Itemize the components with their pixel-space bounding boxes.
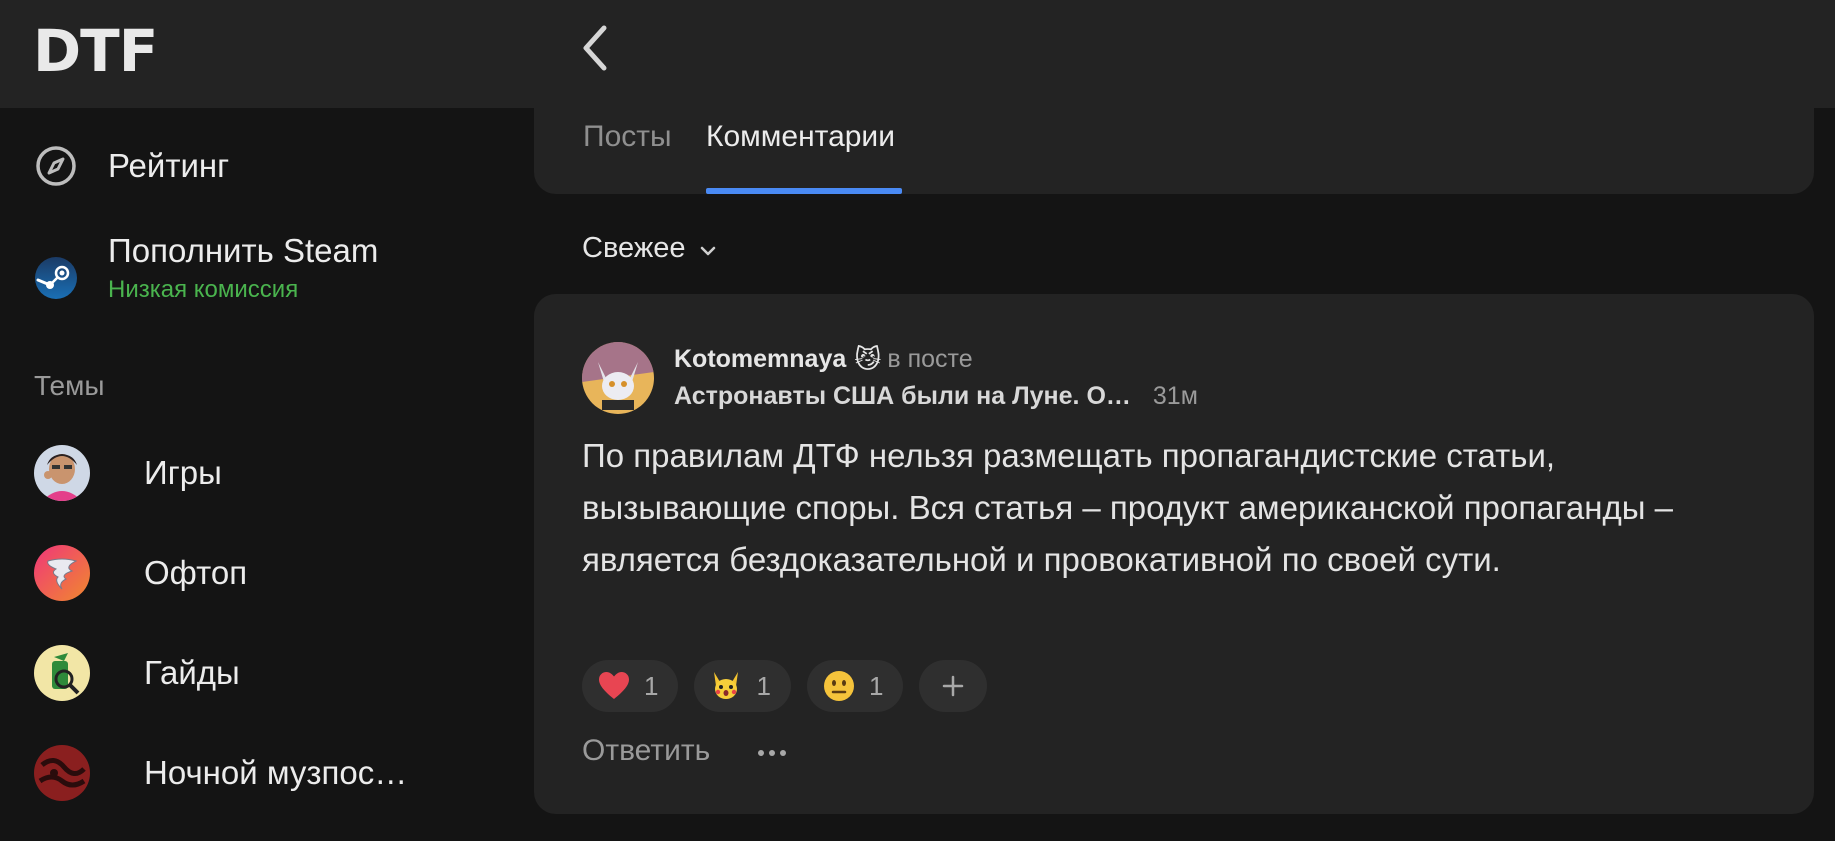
topic-label: Гайды — [144, 654, 240, 691]
steam-icon — [34, 256, 78, 300]
sidebar-item-rating[interactable]: Рейтинг — [34, 144, 229, 188]
sidebar-item-label: Пополнить Steam — [108, 232, 379, 269]
reaction-count: 1 — [756, 670, 771, 701]
sidebar-topic-offtop[interactable]: Офтоп — [34, 545, 247, 601]
topic-avatar — [34, 545, 90, 601]
topic-avatar — [34, 745, 90, 801]
back-button[interactable] — [572, 22, 618, 74]
tab-comments[interactable]: Комментарии — [706, 120, 895, 154]
topic-label: Офтоп — [144, 554, 248, 591]
more-button[interactable] — [752, 738, 792, 768]
author-name[interactable]: Kotomemnaya — [674, 345, 846, 374]
heart-icon — [599, 672, 629, 699]
dtf-logo[interactable]: DTF — [33, 22, 158, 80]
sidebar-item-sublabel: Низкая комиссия — [108, 276, 299, 303]
comment-card: Kotomemnaya 😼 в посте Астронавты США был… — [534, 294, 1814, 814]
reactions-bar: 1 1 1 — [582, 660, 988, 712]
topic-avatar — [34, 445, 90, 501]
chevron-left-icon — [583, 25, 607, 71]
post-title-link[interactable]: Астронавты США были на Луне. О… — [674, 382, 1131, 411]
topic-label: Ночной музпос… — [144, 754, 408, 791]
comment-post-info: Астронавты США были на Луне. О… 31м — [674, 382, 1198, 411]
avatar[interactable] — [582, 342, 654, 414]
plus-icon — [943, 675, 964, 697]
sidebar-item-label: Рейтинг — [108, 147, 230, 184]
sort-label: Свежее — [582, 232, 686, 264]
comment-author: Kotomemnaya 😼 в посте — [674, 344, 973, 375]
ellipsis-icon — [758, 750, 786, 756]
active-tab-indicator — [706, 188, 902, 194]
comment-text: По правилам ДТФ нельзя размещать пропага… — [582, 437, 1673, 578]
sidebar-topic-night-music[interactable]: Ночной музпос… — [34, 745, 407, 801]
reaction-count: 1 — [644, 670, 659, 701]
add-reaction-button[interactable] — [919, 660, 988, 712]
sidebar-topic-games[interactable]: Игры — [34, 445, 222, 501]
topics-section-title: Темы — [34, 370, 105, 401]
author-emoji: 😼 — [854, 344, 882, 374]
reply-button[interactable]: Ответить — [582, 734, 710, 768]
sort-dropdown[interactable]: Свежее — [582, 232, 719, 265]
comment-time: 31м — [1152, 382, 1198, 410]
sidebar-item-steam[interactable]: Пополнить Steam Низкая комиссия — [34, 232, 378, 304]
sidebar: Рейтинг Пополнить Steam Низкая комиссия — [0, 108, 535, 841]
profile-tabs: Посты Комментарии — [534, 108, 1814, 194]
neutral-face-icon — [823, 671, 854, 701]
tab-posts[interactable]: Посты — [583, 120, 672, 154]
compass-icon — [34, 144, 78, 188]
topic-label: Игры — [144, 454, 222, 491]
sidebar-topic-guides[interactable]: Гайды — [34, 645, 240, 701]
reaction-pikachu[interactable]: 1 — [694, 660, 791, 712]
topic-avatar — [34, 645, 90, 701]
reaction-count: 1 — [868, 670, 884, 701]
top-bar: DTF — [0, 0, 1835, 108]
pikachu-surprised-icon — [714, 672, 739, 699]
reaction-heart[interactable]: 1 — [582, 660, 679, 712]
reaction-neutral[interactable]: 1 — [806, 660, 904, 712]
chevron-down-icon — [701, 246, 716, 255]
in-post-label: в посте — [887, 345, 973, 373]
